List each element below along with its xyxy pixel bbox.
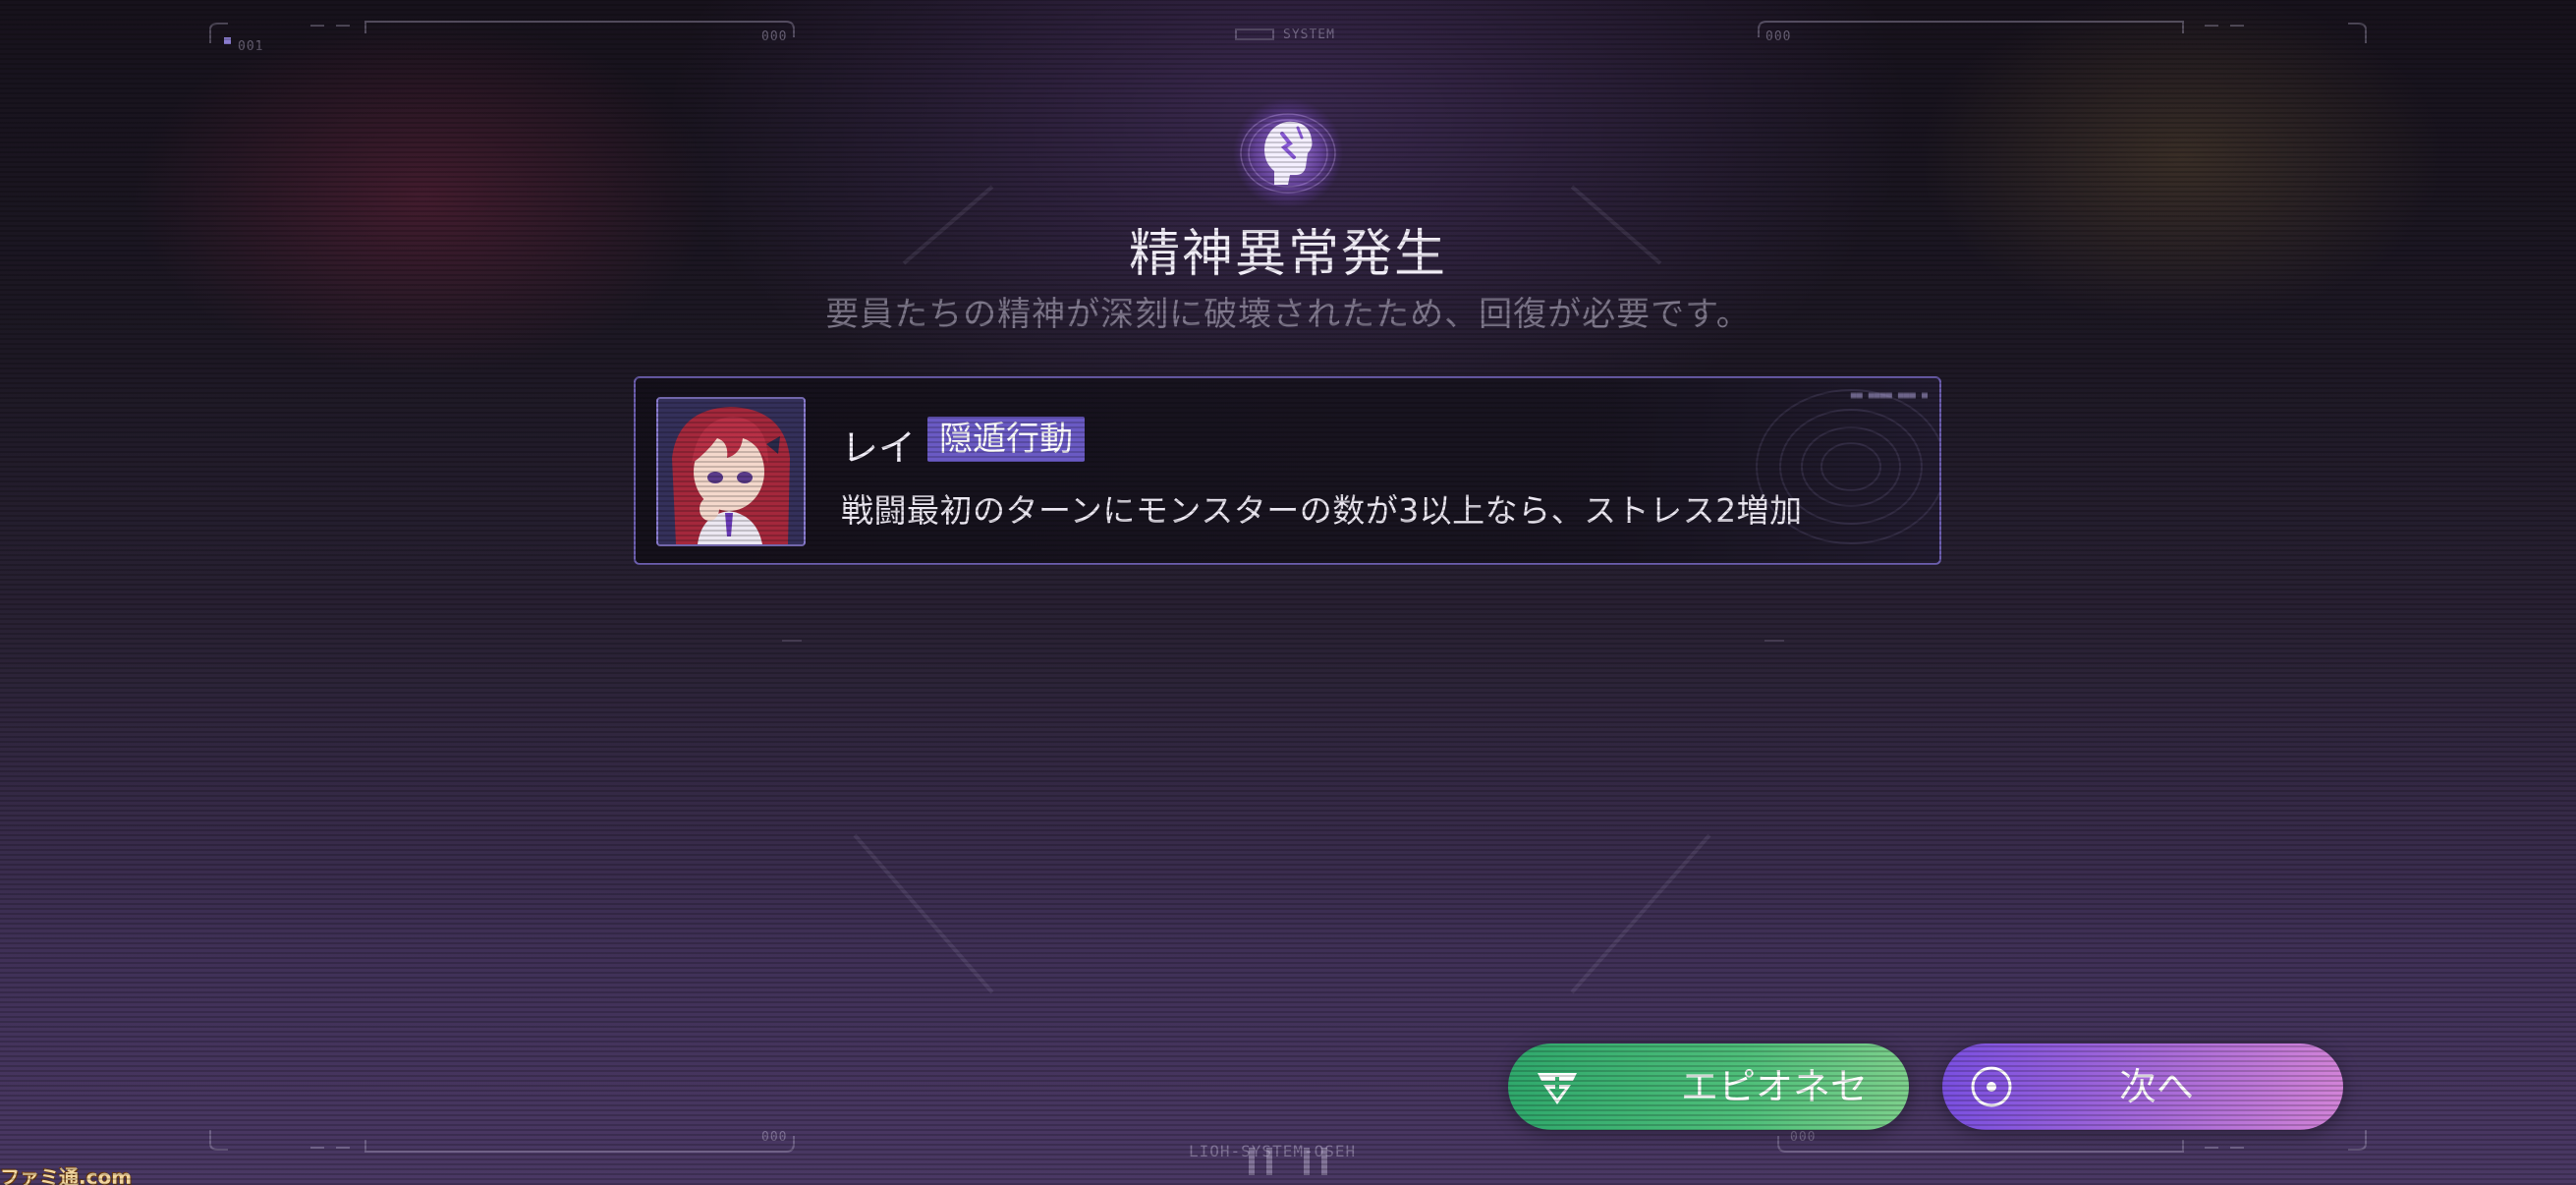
emblem-icon	[1538, 1073, 1577, 1104]
character-trait-card: ■■ ■■■■ ■■■ ■ レイ 隠遁行動 戦闘最初のターンにモンスターの数が3…	[634, 376, 1941, 565]
hud-counter-bottom-left: 000	[761, 1130, 788, 1145]
character-portrait	[656, 397, 806, 546]
card-corner-tag: ■■ ■■■■ ■■■ ■	[1850, 390, 1928, 401]
event-title: 精神異常発生	[1128, 225, 1447, 284]
site-watermark: ファミ通.com	[0, 1165, 133, 1185]
event-subtitle: 要員たちの精神が深刻に破壊されたため、回復が必要です。	[825, 295, 1751, 334]
next-button-label: 次へ	[2119, 1065, 2195, 1108]
trait-badge: 隠遁行動	[927, 417, 1085, 462]
hud-counter-bottom-right: 000	[1790, 1130, 1817, 1145]
hud-code-top-left: 001	[238, 39, 264, 54]
episode-button-label: エピオネセ	[1681, 1065, 1869, 1108]
character-name: レイ	[841, 426, 917, 470]
hud-code-top-center: SYSTEM	[1283, 28, 1335, 42]
hud-counter-top-right: 000	[1765, 29, 1792, 44]
episode-button[interactable]: エピオネセ	[1508, 1044, 1909, 1130]
card-ripple-decoration	[1756, 389, 1939, 544]
mind-head-icon	[1233, 98, 1343, 208]
result-screen: 001 000 SYSTEM 000 000 000 LIOH-SYSTEM-O…	[0, 0, 2576, 1185]
hud-code-bottom-center: LIOH-SYSTEM-OSEH	[1189, 1142, 1357, 1160]
target-circle-icon	[1971, 1066, 2012, 1107]
next-button[interactable]: 次へ	[1942, 1044, 2343, 1130]
trait-description: 戦闘最初のターンにモンスターの数が3以上なら、ストレス2増加	[841, 491, 1803, 530]
red-haired-girl-portrait	[658, 399, 804, 544]
hud-counter-top-left: 000	[761, 29, 788, 44]
